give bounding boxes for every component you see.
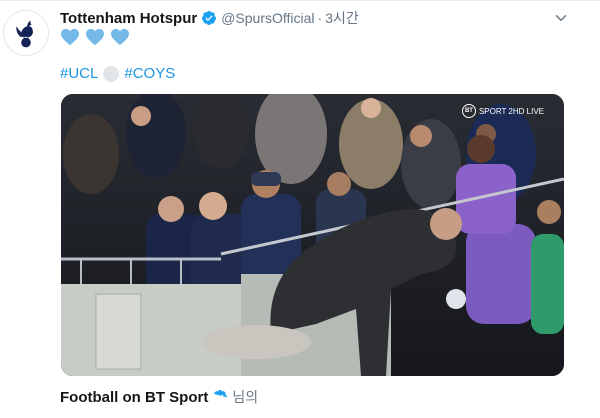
avatar[interactable] bbox=[3, 10, 49, 56]
tweet-timestamp[interactable]: 3시간 bbox=[325, 8, 359, 28]
tweet-video[interactable]: BT SPORT 2HD LIVE bbox=[61, 94, 564, 376]
video-frame bbox=[61, 94, 564, 376]
chevron-down-icon[interactable] bbox=[552, 9, 570, 27]
blue-heart-icon bbox=[60, 28, 80, 46]
attribution-suffix: 님의 bbox=[232, 389, 259, 405]
verified-badge-icon bbox=[201, 10, 217, 26]
author-display-name[interactable]: Tottenham Hotspur bbox=[60, 10, 197, 27]
blue-heart-icon bbox=[85, 28, 105, 46]
video-watermark: BT SPORT 2HD LIVE bbox=[461, 104, 544, 118]
watermark-text: SPORT 2HD LIVE bbox=[478, 106, 544, 116]
tweet-header: Tottenham Hotspur @SpursOfficial · 3시간 bbox=[60, 8, 359, 28]
hashtag-coys[interactable]: #COYS bbox=[124, 65, 175, 82]
tweet[interactable]: Tottenham Hotspur @SpursOfficial · 3시간 #… bbox=[0, 0, 600, 418]
white-circle-icon bbox=[103, 65, 120, 82]
bt-logo-icon: BT bbox=[461, 104, 476, 118]
separator-dot: · bbox=[317, 10, 323, 26]
hashtag-ucl[interactable]: #UCL bbox=[60, 65, 98, 82]
attribution-name[interactable]: Football on BT Sport bbox=[60, 389, 208, 406]
spurs-cockerel-icon bbox=[4, 11, 48, 55]
video-attribution: Football on BT Sport 님의 bbox=[60, 387, 258, 407]
verified-badge-icon bbox=[212, 389, 228, 405]
blue-heart-icon bbox=[110, 28, 130, 46]
tweet-emoji-text bbox=[60, 28, 130, 46]
author-handle[interactable]: @SpursOfficial bbox=[221, 10, 314, 26]
hashtag-line: #UCL #COYS bbox=[60, 65, 175, 82]
